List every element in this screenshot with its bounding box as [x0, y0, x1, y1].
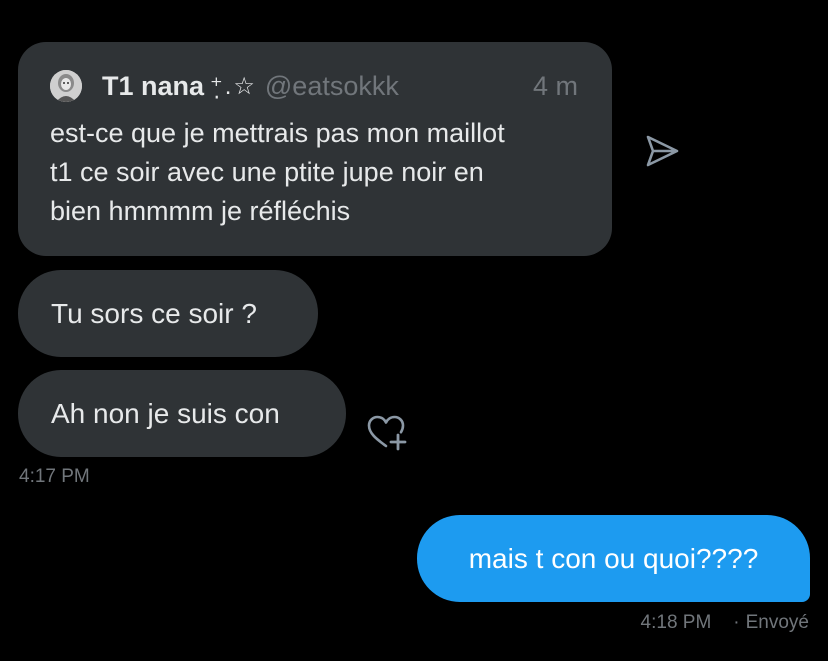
avatar-image	[50, 70, 82, 102]
message-text: Tu sors ce soir ?	[51, 297, 257, 329]
message-text: mais t con ou quoi????	[468, 542, 759, 574]
quoted-tweet-text: est-ce que je mettrais pas mon maillot t…	[50, 118, 505, 226]
author-handle[interactable]: @eatsokkk	[265, 71, 399, 102]
sent-timestamp: 4:18 PM	[640, 612, 712, 633]
send-icon[interactable]	[644, 133, 680, 169]
avatar[interactable]	[50, 70, 82, 102]
received-message[interactable]: Tu sors ce soir ?	[18, 270, 318, 357]
received-timestamp: 4:17 PM	[19, 466, 90, 487]
message-text: Ah non je suis con	[51, 397, 280, 429]
tweet-time: 4 m	[532, 70, 578, 101]
received-message[interactable]: Ah non je suis con	[18, 370, 346, 457]
heart-plus-icon[interactable]	[365, 413, 407, 451]
status-separator: ·	[733, 612, 740, 633]
quoted-tweet-header: T1 nana ⁺̣.☆ @eatsokkk 4 m	[50, 68, 580, 104]
sent-message[interactable]: mais t con ou quoi????	[417, 515, 810, 602]
author-name[interactable]: T1 nana	[102, 71, 204, 102]
delivery-status: Envoyé	[745, 612, 809, 633]
sent-status: 4:18 PM · Envoyé	[641, 612, 809, 634]
author-emoji: ⁺̣.☆	[210, 72, 257, 100]
quoted-tweet-card[interactable]: T1 nana ⁺̣.☆ @eatsokkk 4 m est-ce que je…	[18, 42, 612, 256]
